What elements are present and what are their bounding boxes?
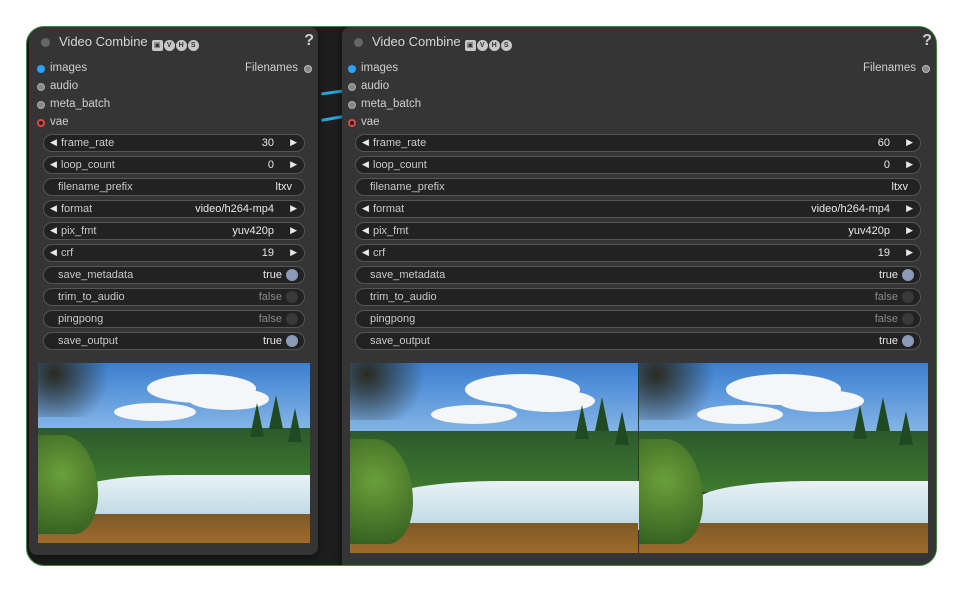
toggle-on-icon[interactable] (286, 269, 298, 281)
help-icon[interactable]: ? (922, 32, 932, 50)
node-graph-canvas[interactable]: Video Combine ▣ V H S ? images audio met… (26, 26, 937, 566)
toggle-off-icon[interactable] (902, 291, 914, 303)
decrement-arrow-icon[interactable]: ◀ (50, 203, 57, 214)
preview-frame-left-half (350, 363, 673, 553)
widget-trim-to-audio[interactable]: trim_to_audio false (355, 288, 921, 306)
input-socket[interactable] (348, 65, 356, 73)
video-preview[interactable] (350, 363, 928, 553)
increment-arrow-icon[interactable]: ▶ (290, 225, 297, 236)
increment-arrow-icon[interactable]: ▶ (290, 137, 297, 148)
input-socket[interactable] (37, 101, 45, 109)
input-socket[interactable] (37, 83, 45, 91)
decrement-arrow-icon[interactable]: ◀ (362, 203, 369, 214)
decrement-arrow-icon[interactable]: ◀ (50, 225, 57, 236)
increment-arrow-icon[interactable]: ▶ (906, 159, 913, 170)
input-socket[interactable] (37, 119, 45, 127)
help-icon[interactable]: ? (304, 32, 314, 50)
toggle-off-icon[interactable] (902, 313, 914, 325)
input-socket[interactable] (348, 101, 356, 109)
widget-filename-prefix[interactable]: filename_prefix ltxv (43, 178, 305, 196)
widget-frame-rate[interactable]: ◀ frame_rate 30 ▶ (43, 134, 305, 152)
video-combine-node-right[interactable]: Video Combine ▣ V H S ? images audio met… (342, 27, 936, 565)
vae-link[interactable] (320, 115, 344, 122)
input-meta-batch[interactable]: meta_batch (348, 98, 421, 110)
vhs-v-icon: V (163, 40, 175, 51)
widget-save-output[interactable]: save_output true (355, 332, 921, 350)
widget-loop-count[interactable]: ◀ loop_count 0 ▶ (43, 156, 305, 174)
video-preview[interactable] (38, 363, 310, 543)
widget-save-output[interactable]: save_output true (43, 332, 305, 350)
input-socket[interactable] (348, 83, 356, 91)
increment-arrow-icon[interactable]: ▶ (290, 203, 297, 214)
vhs-v-icon: V (476, 40, 488, 51)
widget-save-metadata[interactable]: save_metadata true (43, 266, 305, 284)
toggle-on-icon[interactable] (902, 335, 914, 347)
node-titlebar[interactable]: Video Combine ▣ V H S ? (29, 27, 318, 57)
widget-pix-fmt[interactable]: ◀ pix_fmt yuv420p ▶ (43, 222, 305, 240)
widget-crf[interactable]: ◀ crf 19 ▶ (355, 244, 921, 262)
camera-icon: ▣ (464, 40, 476, 51)
input-socket[interactable] (348, 119, 356, 127)
increment-arrow-icon[interactable]: ▶ (906, 247, 913, 258)
node-title: Video Combine ▣ V H S (59, 34, 199, 51)
widget-trim-to-audio[interactable]: trim_to_audio false (43, 288, 305, 306)
decrement-arrow-icon[interactable]: ◀ (362, 225, 369, 236)
increment-arrow-icon[interactable]: ▶ (906, 203, 913, 214)
toggle-off-icon[interactable] (286, 291, 298, 303)
camera-icon: ▣ (151, 40, 163, 51)
widget-filename-prefix[interactable]: filename_prefix ltxv (355, 178, 921, 196)
vhs-s-icon: S (187, 40, 199, 51)
vhs-s-icon: S (500, 40, 512, 51)
increment-arrow-icon[interactable]: ▶ (290, 159, 297, 170)
image-link[interactable] (320, 89, 344, 96)
toggle-off-icon[interactable] (286, 313, 298, 325)
input-meta-batch[interactable]: meta_batch (37, 98, 110, 110)
decrement-arrow-icon[interactable]: ◀ (50, 247, 57, 258)
input-images[interactable]: images (37, 62, 87, 74)
collapse-dot-icon[interactable] (354, 38, 363, 47)
preview-frame (38, 363, 310, 543)
widget-frame-rate[interactable]: ◀ frame_rate 60 ▶ (355, 134, 921, 152)
vhs-h-icon: H (488, 40, 500, 51)
widget-save-metadata[interactable]: save_metadata true (355, 266, 921, 284)
input-images[interactable]: images (348, 62, 398, 74)
decrement-arrow-icon[interactable]: ◀ (50, 159, 57, 170)
decrement-arrow-icon[interactable]: ◀ (362, 137, 369, 148)
decrement-arrow-icon[interactable]: ◀ (362, 159, 369, 170)
increment-arrow-icon[interactable]: ▶ (906, 225, 913, 236)
increment-arrow-icon[interactable]: ▶ (906, 137, 913, 148)
output-filenames[interactable]: Filenames (245, 62, 312, 74)
output-socket[interactable] (922, 65, 930, 73)
widget-pingpong[interactable]: pingpong false (355, 310, 921, 328)
node-title: Video Combine ▣ V H S (372, 34, 512, 51)
widget-pix-fmt[interactable]: ◀ pix_fmt yuv420p ▶ (355, 222, 921, 240)
input-vae[interactable]: vae (348, 116, 380, 128)
output-socket[interactable] (304, 65, 312, 73)
input-socket[interactable] (37, 65, 45, 73)
preview-frame-right-half (639, 363, 928, 553)
node-titlebar[interactable]: Video Combine ▣ V H S ? (342, 27, 936, 57)
input-audio[interactable]: audio (37, 80, 78, 92)
widget-loop-count[interactable]: ◀ loop_count 0 ▶ (355, 156, 921, 174)
video-combine-node-left[interactable]: Video Combine ▣ V H S ? images audio met… (29, 27, 318, 555)
widget-crf[interactable]: ◀ crf 19 ▶ (43, 244, 305, 262)
output-filenames[interactable]: Filenames (863, 62, 930, 74)
decrement-arrow-icon[interactable]: ◀ (362, 247, 369, 258)
input-vae[interactable]: vae (37, 116, 69, 128)
increment-arrow-icon[interactable]: ▶ (290, 247, 297, 258)
collapse-dot-icon[interactable] (41, 38, 50, 47)
decrement-arrow-icon[interactable]: ◀ (50, 137, 57, 148)
widget-pingpong[interactable]: pingpong false (43, 310, 305, 328)
toggle-on-icon[interactable] (286, 335, 298, 347)
widget-format[interactable]: ◀ format video/h264-mp4 ▶ (355, 200, 921, 218)
input-audio[interactable]: audio (348, 80, 389, 92)
vhs-h-icon: H (175, 40, 187, 51)
toggle-on-icon[interactable] (902, 269, 914, 281)
widget-format[interactable]: ◀ format video/h264-mp4 ▶ (43, 200, 305, 218)
